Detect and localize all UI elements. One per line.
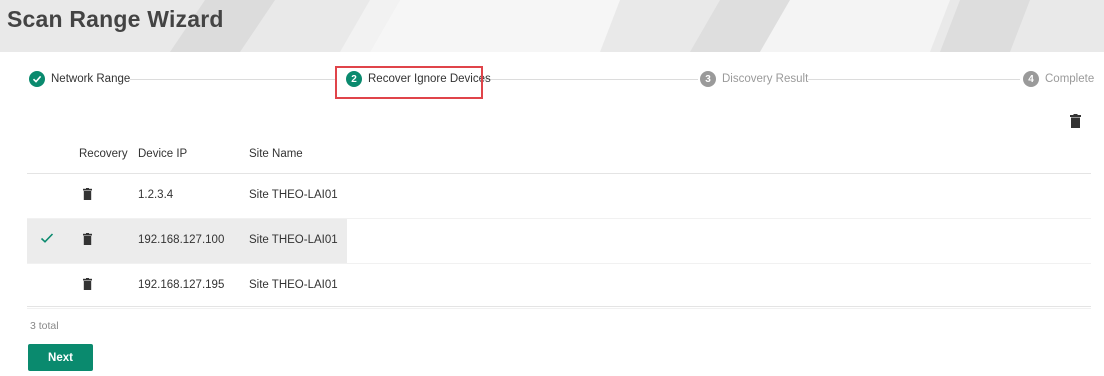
step-number: 3 [700,71,716,87]
next-button[interactable]: Next [28,344,93,371]
device-ip: 1.2.3.4 [138,189,174,201]
device-ip: 192.168.127.100 [138,234,225,246]
step-number: 4 [1023,71,1039,87]
table-row[interactable]: 192.168.127.100 Site THEO-LAI01 [27,219,1091,264]
column-header-recovery[interactable]: Recovery [79,148,128,160]
table-divider [27,306,1091,307]
trash-icon[interactable] [83,188,92,203]
device-ip: 192.168.127.195 [138,279,225,291]
column-header-site-name[interactable]: Site Name [249,148,303,160]
step-complete[interactable]: 4 Complete [1023,70,1094,88]
check-circle-icon [29,71,45,87]
total-count: 3 total [30,320,59,332]
wizard-header: Scan Range Wizard [0,0,1104,52]
trash-icon[interactable] [83,278,92,293]
site-name: Site THEO-LAI01 [249,279,338,291]
trash-icon[interactable] [83,233,92,248]
device-table: Recovery Device IP Site Name 1.2.3.4 Sit… [27,137,1091,309]
step-connector [483,79,698,80]
site-name: Site THEO-LAI01 [249,189,338,201]
trash-icon[interactable] [1070,114,1081,133]
current-step-highlight [335,66,483,99]
column-header-device-ip[interactable]: Device IP [138,148,187,160]
step-connector [130,79,335,80]
step-connector [808,79,1020,80]
step-label: Complete [1045,73,1095,85]
site-name: Site THEO-LAI01 [249,234,338,246]
step-network-range[interactable]: Network Range [29,70,130,88]
table-row[interactable]: 1.2.3.4 Site THEO-LAI01 [27,174,1091,219]
wizard-stepper: Network Range 2 Recover Ignore Devices 3… [0,52,1104,104]
table-header: Recovery Device IP Site Name [27,137,1091,174]
step-label: Network Range [51,73,131,85]
table-row[interactable]: 192.168.127.195 Site THEO-LAI01 [27,264,1091,309]
page-title: Scan Range Wizard [7,6,224,32]
step-label: Discovery Result [722,73,809,85]
step-discovery-result[interactable]: 3 Discovery Result [700,70,808,88]
check-icon[interactable] [40,232,54,247]
